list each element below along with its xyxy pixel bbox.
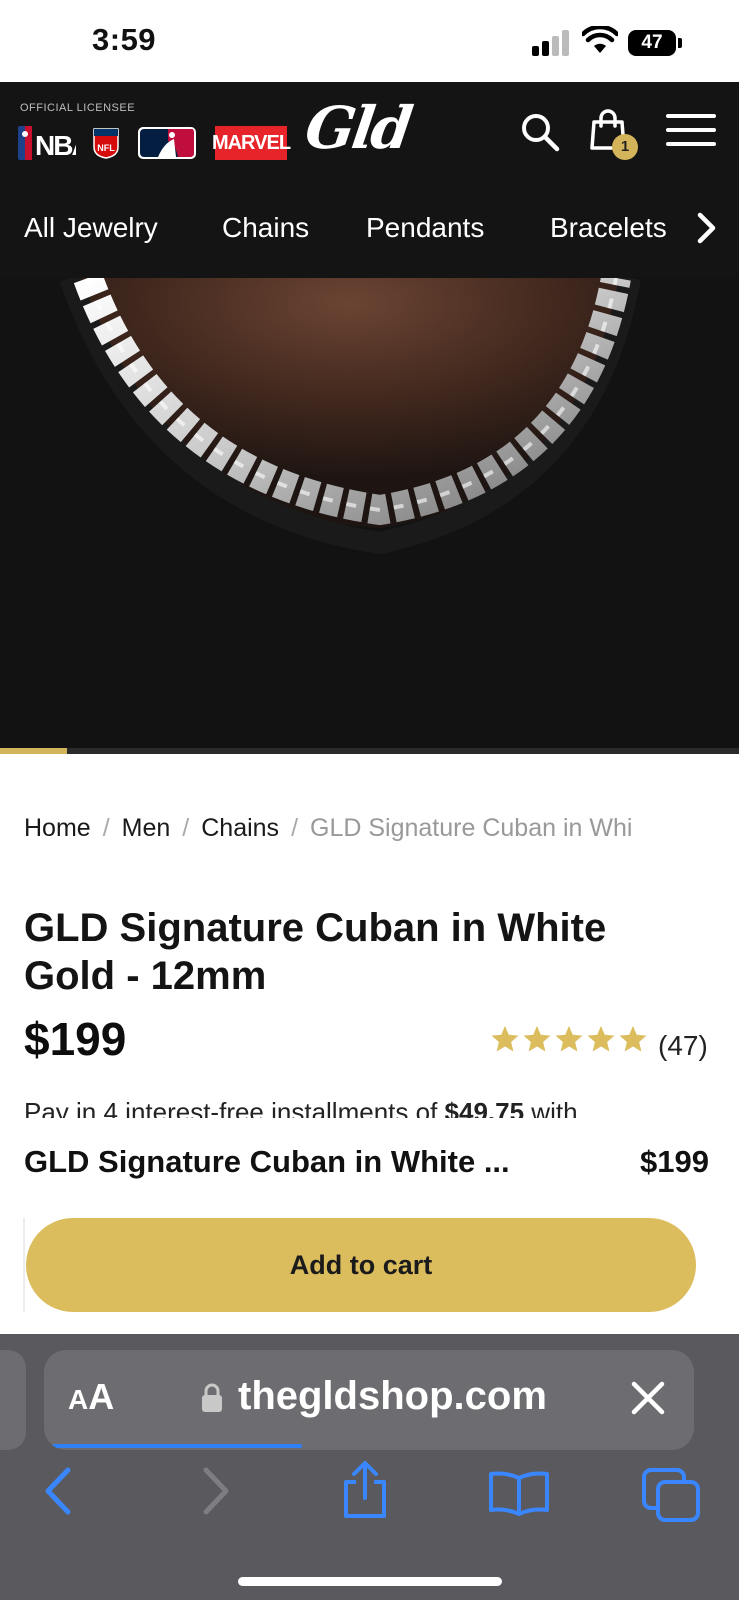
- review-count[interactable]: (47): [658, 1030, 708, 1062]
- wifi-icon: [582, 26, 618, 53]
- address-bar[interactable]: AA thegldshop.com: [44, 1350, 694, 1450]
- chevron-right-icon[interactable]: [694, 212, 718, 244]
- add-to-cart-button[interactable]: Add to cart: [26, 1218, 696, 1312]
- url-domain: thegldshop.com: [238, 1374, 547, 1418]
- lock-icon: [202, 1383, 222, 1412]
- official-licensee-label: OFFICIAL LICENSEE: [20, 102, 136, 114]
- category-chains[interactable]: Chains: [222, 212, 309, 244]
- category-bracelets[interactable]: Bracelets: [550, 212, 684, 244]
- category-pendants[interactable]: Pendants: [366, 212, 484, 244]
- product-image[interactable]: [0, 278, 739, 754]
- share-icon[interactable]: [340, 1460, 390, 1520]
- page-load-progress: [52, 1444, 302, 1448]
- forward-icon[interactable]: [198, 1466, 234, 1516]
- breadcrumb-current: GLD Signature Cuban in Whi: [310, 814, 633, 842]
- status-bar: 3:59 47: [0, 0, 739, 82]
- nfl-logo[interactable]: NFL: [93, 126, 119, 160]
- battery-icon: 47: [628, 30, 682, 56]
- sticky-product-name: GLD Signature Cuban in White ...: [24, 1144, 510, 1179]
- star-icon: [619, 1025, 647, 1052]
- star-icon: [523, 1025, 551, 1052]
- battery-level: 47: [628, 30, 676, 56]
- mlb-logo[interactable]: [138, 126, 196, 160]
- product-title: GLD Signature Cuban in White Gold - 12mm: [24, 906, 607, 998]
- star-icon: [587, 1025, 615, 1052]
- marvel-logo[interactable]: MARVEL: [212, 126, 291, 160]
- breadcrumb-men[interactable]: Men: [122, 814, 171, 842]
- tabs-icon[interactable]: [642, 1468, 702, 1522]
- hamburger-menu-icon[interactable]: [666, 114, 716, 146]
- gallery-progress-fill: [0, 748, 67, 754]
- home-indicator[interactable]: [238, 1577, 502, 1586]
- installments-text: Pay in 4 interest-free installments of $…: [24, 1094, 578, 1120]
- close-icon[interactable]: [630, 1380, 666, 1416]
- breadcrumb-chains[interactable]: Chains: [201, 814, 279, 842]
- gld-logo[interactable]: Gld: [301, 94, 414, 162]
- cart-count-badge: 1: [612, 134, 638, 160]
- category-all-jewelry[interactable]: All Jewelry: [24, 212, 158, 244]
- cellular-signal-icon: [532, 30, 572, 56]
- star-icon: [491, 1025, 519, 1052]
- nba-logo[interactable]: NBA: [18, 126, 76, 160]
- sticky-add-to-cart-bar: GLD Signature Cuban in White ... $199 Ad…: [0, 1118, 739, 1334]
- svg-text:NFL: NFL: [97, 143, 115, 153]
- site-header: OFFICIAL LICENSEE NBA NFL MARVEL Gld: [0, 82, 739, 198]
- breadcrumb-home[interactable]: Home: [24, 814, 91, 842]
- gallery-progress-bar: [0, 748, 739, 754]
- search-icon[interactable]: [520, 112, 560, 152]
- star-rating[interactable]: [490, 1024, 650, 1054]
- bookmarks-icon[interactable]: [488, 1470, 550, 1516]
- breadcrumb: Home / Men / Chains / GLD Signature Cuban in W…: [24, 814, 633, 842]
- installment-amount: $49.75: [444, 1097, 525, 1120]
- svg-text:NBA: NBA: [35, 130, 76, 160]
- status-time: 3:59: [92, 22, 157, 57]
- category-nav: All Jewelry Chains Pendants Bracelets: [0, 198, 739, 278]
- back-icon[interactable]: [40, 1466, 76, 1516]
- product-price: $199: [24, 1013, 127, 1065]
- previous-tab-peek[interactable]: [0, 1350, 26, 1450]
- sticky-product-price: $199: [640, 1144, 709, 1179]
- reader-options-button[interactable]: AA: [68, 1376, 114, 1418]
- star-icon: [555, 1025, 583, 1052]
